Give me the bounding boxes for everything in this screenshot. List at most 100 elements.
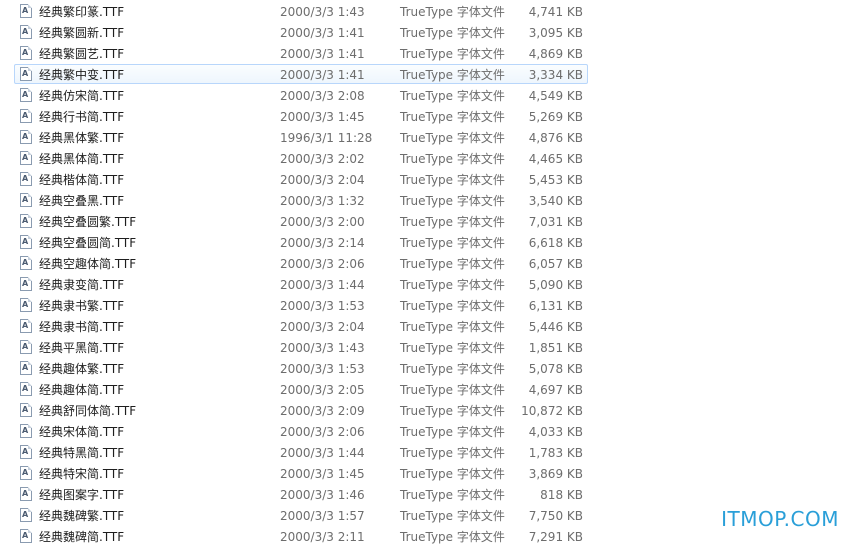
file-name: 经典舒同体简.TTF [39, 404, 137, 418]
file-name: 经典趣体简.TTF [39, 383, 125, 397]
file-date: 2000/3/3 1:44 [280, 278, 365, 292]
file-date: 2000/3/3 2:08 [280, 89, 365, 103]
file-row[interactable]: 经典趣体繁.TTF 2000/3/3 1:53 TrueType 字体文件 5,078… [14, 358, 588, 378]
file-type: TrueType 字体文件 [400, 68, 505, 82]
font-file-icon [20, 88, 32, 102]
file-size: 4,741 KB [528, 5, 583, 19]
file-type: TrueType 字体文件 [400, 26, 505, 40]
file-type: TrueType 字体文件 [400, 467, 505, 481]
file-date: 2000/3/3 2:02 [280, 152, 365, 166]
file-size: 6,618 KB [528, 236, 583, 250]
font-file-icon [20, 382, 32, 396]
file-type: TrueType 字体文件 [400, 488, 505, 502]
font-file-icon [20, 46, 32, 60]
file-type: TrueType 字体文件 [400, 383, 505, 397]
file-date: 2000/3/3 1:44 [280, 446, 365, 460]
file-date: 2000/3/3 1:41 [280, 47, 365, 61]
file-name: 经典繁圆新.TTF [39, 26, 125, 40]
font-file-icon [20, 424, 32, 438]
file-type: TrueType 字体文件 [400, 89, 505, 103]
file-row[interactable]: 经典黑体简.TTF 2000/3/3 2:02 TrueType 字体文件 4,465… [14, 148, 588, 168]
font-file-icon [20, 361, 32, 375]
font-file-icon [20, 172, 32, 186]
file-row[interactable]: 经典隶书繁.TTF 2000/3/3 1:53 TrueType 字体文件 6,131… [14, 295, 588, 315]
file-row[interactable]: 经典隶书简.TTF 2000/3/3 2:04 TrueType 字体文件 5,446… [14, 316, 588, 336]
file-row[interactable]: 经典舒同体简.TTF 2000/3/3 2:09 TrueType 字体文件 10,8… [14, 400, 588, 420]
file-date: 2000/3/3 2:05 [280, 383, 365, 397]
file-row[interactable]: 经典黑体繁.TTF 1996/3/1 11:28 TrueType 字体文件 4,87… [14, 127, 588, 147]
file-name: 经典特黑简.TTF [39, 446, 125, 460]
file-size: 7,031 KB [528, 215, 583, 229]
file-date: 2000/3/3 1:43 [280, 5, 365, 19]
file-size: 10,872 KB [521, 404, 583, 418]
file-size: 5,078 KB [528, 362, 583, 376]
file-row[interactable]: 经典行书简.TTF 2000/3/3 1:45 TrueType 字体文件 5,269… [14, 106, 588, 126]
file-type: TrueType 字体文件 [400, 173, 505, 187]
file-size: 818 KB [540, 488, 583, 502]
font-file-icon [20, 445, 32, 459]
file-row[interactable]: 经典繁圆艺.TTF 2000/3/3 1:41 TrueType 字体文件 4,869… [14, 43, 588, 63]
font-file-icon [20, 67, 32, 81]
file-name: 经典魏碑繁.TTF [39, 509, 125, 523]
file-row[interactable]: 经典空趣体简.TTF 2000/3/3 2:06 TrueType 字体文件 6,05… [14, 253, 588, 273]
file-name: 经典隶变简.TTF [39, 278, 125, 292]
file-name: 经典趣体繁.TTF [39, 362, 125, 376]
file-row[interactable]: 经典图案字.TTF 2000/3/3 1:46 TrueType 字体文件 818 K… [14, 484, 588, 504]
file-row[interactable]: 经典宋体简.TTF 2000/3/3 2:06 TrueType 字体文件 4,033… [14, 421, 588, 441]
file-name: 经典繁中变.TTF [39, 68, 125, 82]
file-date: 2000/3/3 1:57 [280, 509, 365, 523]
file-name: 经典隶书简.TTF [39, 320, 125, 334]
file-row[interactable]: 经典空叠圆繁.TTF 2000/3/3 2:00 TrueType 字体文件 7,03… [14, 211, 588, 231]
file-type: TrueType 字体文件 [400, 47, 505, 61]
file-row[interactable]: 经典隶变简.TTF 2000/3/3 1:44 TrueType 字体文件 5,090… [14, 274, 588, 294]
file-row[interactable]: 经典繁圆新.TTF 2000/3/3 1:41 TrueType 字体文件 3,095… [14, 22, 588, 42]
file-row[interactable]: 经典空叠黑.TTF 2000/3/3 1:32 TrueType 字体文件 3,540… [14, 190, 588, 210]
file-row[interactable]: 经典仿宋简.TTF 2000/3/3 2:08 TrueType 字体文件 4,549… [14, 85, 588, 105]
file-row[interactable]: 经典楷体简.TTF 2000/3/3 2:04 TrueType 字体文件 5,453… [14, 169, 588, 189]
file-row[interactable]: 经典趣体简.TTF 2000/3/3 2:05 TrueType 字体文件 4,697… [14, 379, 588, 399]
file-type: TrueType 字体文件 [400, 362, 505, 376]
file-size: 5,090 KB [528, 278, 583, 292]
file-date: 2000/3/3 1:45 [280, 110, 365, 124]
file-row[interactable]: 经典特黑简.TTF 2000/3/3 1:44 TrueType 字体文件 1,783… [14, 442, 588, 462]
font-file-icon [20, 466, 32, 480]
file-size: 3,334 KB [528, 68, 583, 82]
file-name: 经典黑体简.TTF [39, 152, 125, 166]
font-file-icon [20, 277, 32, 291]
file-date: 2000/3/3 2:06 [280, 425, 365, 439]
file-size: 3,540 KB [528, 194, 583, 208]
file-date: 2000/3/3 2:11 [280, 530, 365, 544]
file-type: TrueType 字体文件 [400, 299, 505, 313]
file-row[interactable]: 经典特宋简.TTF 2000/3/3 1:45 TrueType 字体文件 3,869… [14, 463, 588, 483]
file-row[interactable]: 经典魏碑简.TTF 2000/3/3 2:11 TrueType 字体文件 7,291… [14, 526, 588, 546]
file-name: 经典隶书繁.TTF [39, 299, 125, 313]
file-row[interactable]: 经典空叠圆简.TTF 2000/3/3 2:14 TrueType 字体文件 6,61… [14, 232, 588, 252]
file-type: TrueType 字体文件 [400, 530, 505, 544]
file-type: TrueType 字体文件 [400, 404, 505, 418]
file-date: 2000/3/3 1:41 [280, 26, 365, 40]
font-file-icon [20, 4, 32, 18]
file-row[interactable]: 经典繁中变.TTF 2000/3/3 1:41 TrueType 字体文件 3,334… [14, 64, 588, 84]
file-name: 经典行书简.TTF [39, 110, 125, 124]
file-name: 经典繁圆艺.TTF [39, 47, 125, 61]
file-type: TrueType 字体文件 [400, 194, 505, 208]
file-size: 7,750 KB [528, 509, 583, 523]
file-size: 5,269 KB [528, 110, 583, 124]
file-name: 经典空叠黑.TTF [39, 194, 125, 208]
file-row[interactable]: 经典魏碑繁.TTF 2000/3/3 1:57 TrueType 字体文件 7,750… [14, 505, 588, 525]
file-date: 2000/3/3 1:45 [280, 467, 365, 481]
file-type: TrueType 字体文件 [400, 446, 505, 460]
file-row[interactable]: 经典繁印篆.TTF 2000/3/3 1:43 TrueType 字体文件 4,741… [14, 1, 588, 21]
file-name: 经典楷体简.TTF [39, 173, 125, 187]
file-size: 7,291 KB [528, 530, 583, 544]
file-name: 经典空趣体简.TTF [39, 257, 137, 271]
file-name: 经典平黑简.TTF [39, 341, 125, 355]
font-file-icon [20, 319, 32, 333]
file-size: 1,783 KB [528, 446, 583, 460]
font-file-icon [20, 340, 32, 354]
file-date: 2000/3/3 2:09 [280, 404, 365, 418]
file-date: 2000/3/3 1:53 [280, 299, 365, 313]
file-date: 2000/3/3 2:14 [280, 236, 365, 250]
file-date: 2000/3/3 1:43 [280, 341, 365, 355]
file-row[interactable]: 经典平黑简.TTF 2000/3/3 1:43 TrueType 字体文件 1,851… [14, 337, 588, 357]
